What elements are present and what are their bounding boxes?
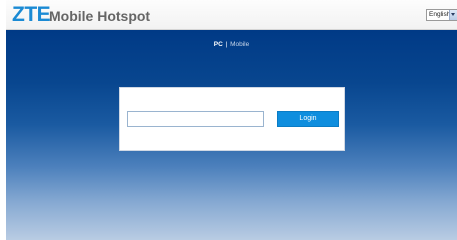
pc-view-link[interactable]: PC xyxy=(214,41,223,48)
mobile-view-link[interactable]: Mobile xyxy=(230,41,249,48)
language-selected-value: English xyxy=(429,11,451,18)
language-select[interactable]: English xyxy=(426,9,457,21)
app-title: Mobile Hotspot xyxy=(49,8,151,24)
chevron-down-icon[interactable] xyxy=(449,10,457,20)
view-separator: | xyxy=(225,41,228,48)
view-switch: PC | Mobile xyxy=(6,41,457,49)
login-panel: Login xyxy=(119,87,345,151)
login-button[interactable]: Login xyxy=(277,111,339,127)
password-input[interactable] xyxy=(127,111,264,127)
header-bar: ZTE Mobile Hotspot English xyxy=(6,0,457,30)
zte-logo: ZTE xyxy=(12,3,51,26)
login-page: ZTE Mobile Hotspot English PC | Mobile L… xyxy=(0,0,457,240)
main-content: PC | Mobile Login xyxy=(6,30,457,240)
